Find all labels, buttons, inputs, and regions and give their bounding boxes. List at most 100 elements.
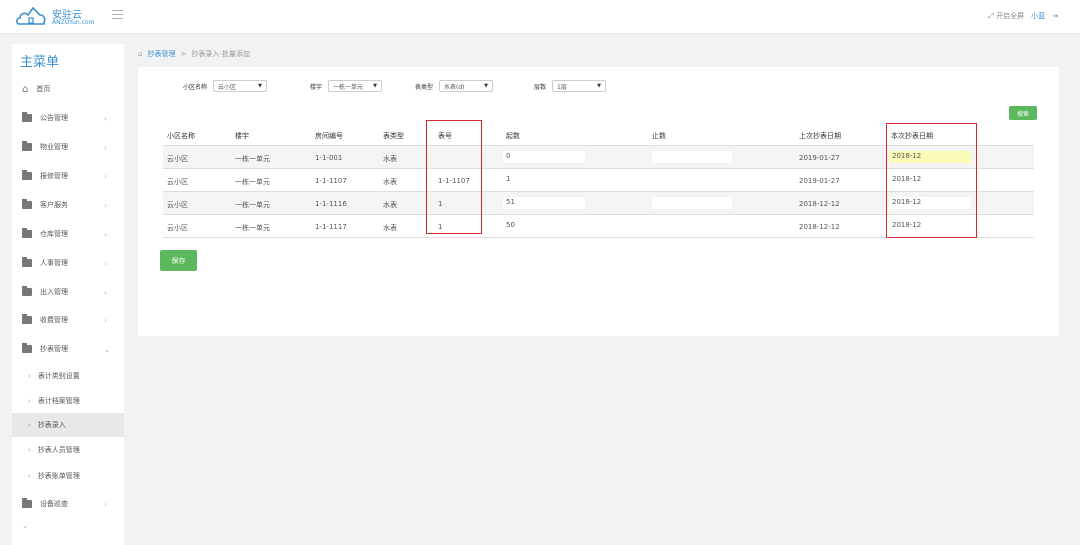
- folder-icon: [22, 199, 32, 209]
- end-reading-input[interactable]: [652, 174, 732, 186]
- chevron-right-icon: ›: [28, 421, 31, 429]
- chevron-right-icon: ›: [28, 372, 31, 380]
- caret-down-icon: ▼: [373, 83, 378, 89]
- meter-type-select[interactable]: 水表(d) ▼: [439, 80, 494, 92]
- sidebar-item-label: 客户服务: [40, 201, 68, 209]
- sidebar-item-hr[interactable]: 人事管理 ›: [12, 249, 124, 277]
- cell-community: 云小区: [167, 224, 188, 232]
- chevron-right-icon: ›: [104, 113, 108, 123]
- chevron-right-icon: ›: [104, 200, 108, 210]
- end-reading-input[interactable]: [652, 197, 732, 209]
- expand-icon: ⤢: [988, 12, 994, 20]
- chevron-down-icon[interactable]: ⌄: [22, 522, 28, 530]
- cell-room: 1-1-1107: [315, 177, 347, 185]
- caret-down-icon: ▼: [258, 83, 263, 89]
- sidebar: 主菜单 ⌂ 首页 公告管理 › 物业管理 › 报修管理 › 客户服务 › 仓库管…: [12, 44, 124, 545]
- sidebar-subitem-meter-archive[interactable]: › 表计档案管理: [12, 389, 124, 413]
- folder-icon: [22, 257, 32, 267]
- chevron-right-icon: ›: [104, 142, 108, 152]
- logout-icon[interactable]: ⇥: [1052, 12, 1058, 20]
- sidebar-subitem-meter-category[interactable]: › 表计类别设置: [12, 364, 124, 388]
- cell-building: 一栋一单元: [235, 178, 270, 186]
- folder-icon: [22, 343, 32, 353]
- sidebar-item-repair[interactable]: 报修管理 ›: [12, 162, 124, 190]
- cell-room: 1-1-001: [315, 154, 343, 162]
- cell-last-date: 2018-12-12: [799, 223, 840, 231]
- filter-community: 小区名称 云小区 ▼: [183, 80, 268, 92]
- end-reading-input[interactable]: [652, 151, 732, 163]
- sidebar-item-announcement[interactable]: 公告管理 ›: [12, 104, 124, 132]
- cell-building: 一栋一单元: [235, 201, 270, 209]
- start-reading-input[interactable]: 1: [503, 174, 585, 186]
- building-select[interactable]: 一栋一单元 ▼: [328, 80, 383, 92]
- filter-label: 表类型: [415, 83, 434, 91]
- chevron-right-icon: ›: [28, 446, 31, 454]
- search-button[interactable]: 搜索: [1009, 106, 1037, 120]
- sidebar-subitem-meter-entry[interactable]: › 抄表录入: [12, 413, 124, 437]
- filter-building: 楼宇 一栋一单元 ▼: [310, 80, 383, 92]
- chevron-right-icon: ›: [104, 171, 108, 181]
- sidebar-item-equipment-patrol[interactable]: 设备巡查 ›: [12, 490, 124, 518]
- cell-type: 水表: [383, 201, 397, 209]
- caret-down-icon: ▼: [597, 83, 602, 89]
- highlight-box-this-date: [886, 123, 977, 238]
- cell-last-date: 2019-01-27: [799, 154, 840, 162]
- sidebar-item-property[interactable]: 物业管理 ›: [12, 133, 124, 161]
- home-icon: ⌂: [22, 83, 29, 95]
- chevron-right-icon: ›: [104, 315, 108, 325]
- folder-icon: [22, 170, 32, 180]
- breadcrumb-separator: >: [180, 50, 187, 58]
- logo-text-en: ANZOYun.com: [52, 19, 95, 26]
- top-bar: 安驻云 ANZOYun.com ⤢ 开启全屏 小蓝 ⇥: [0, 0, 1080, 34]
- folder-icon: [22, 286, 32, 296]
- cell-type: 水表: [383, 224, 397, 232]
- chevron-right-icon: ›: [104, 499, 108, 509]
- sidebar-item-label: 仓库管理: [40, 230, 68, 238]
- sidebar-subitem-meter-staff[interactable]: › 抄表人员管理: [12, 438, 124, 462]
- column-header: 楼宇: [235, 132, 249, 140]
- sidebar-item-meter-reading[interactable]: 抄表管理 ⌄: [12, 335, 124, 363]
- filter-label: 楼宇: [310, 83, 323, 91]
- sidebar-item-label: 收费管理: [40, 316, 68, 324]
- logo[interactable]: 安驻云 ANZOYun.com: [16, 4, 101, 30]
- cloud-house-icon: [16, 6, 46, 25]
- start-reading-input[interactable]: 50: [503, 220, 585, 232]
- menu-toggle-button[interactable]: [112, 10, 123, 19]
- column-header: 小区名称: [167, 132, 195, 140]
- sidebar-item-customer-service[interactable]: 客户服务 ›: [12, 191, 124, 219]
- highlight-box-meter-no: [426, 120, 482, 234]
- sidebar-item-label: 抄表管理: [40, 345, 68, 353]
- filter-label: 层数: [534, 83, 547, 91]
- sidebar-item-home[interactable]: ⌂ 首页: [12, 75, 124, 103]
- sidebar-item-billing[interactable]: 收费管理 ›: [12, 306, 124, 334]
- user-name[interactable]: 小蓝: [1031, 11, 1045, 21]
- community-select[interactable]: 云小区 ▼: [213, 80, 268, 92]
- floor-select[interactable]: 1层 ▼: [552, 80, 607, 92]
- start-reading-input[interactable]: 0: [503, 151, 585, 163]
- cell-type: 水表: [383, 155, 397, 163]
- breadcrumb-parent[interactable]: 抄表管理: [147, 49, 175, 59]
- save-button[interactable]: 保存: [160, 250, 197, 271]
- cell-community: 云小区: [167, 155, 188, 163]
- cell-type: 水表: [383, 178, 397, 186]
- column-header: 上次抄表日期: [799, 132, 841, 140]
- sidebar-item-label: 报修管理: [40, 172, 68, 180]
- fullscreen-button[interactable]: ⤢ 开启全屏: [988, 11, 1024, 21]
- filter-meter-type: 表类型 水表(d) ▼: [415, 80, 494, 92]
- cell-last-date: 2018-12-12: [799, 200, 840, 208]
- end-reading-input[interactable]: [652, 220, 732, 232]
- sidebar-item-access[interactable]: 出入管理 ›: [12, 278, 124, 306]
- breadcrumb: ⌂ 抄表管理 > 抄表录入-批量添加: [138, 49, 250, 59]
- sidebar-item-label: 首页: [36, 85, 51, 93]
- filter-floor: 层数 1层 ▼: [534, 80, 607, 92]
- start-reading-input[interactable]: 51: [503, 197, 585, 209]
- chevron-down-icon: ⌄: [104, 344, 111, 354]
- sidebar-subitem-meter-bill[interactable]: › 抄表账单管理: [12, 464, 124, 488]
- sidebar-item-label: 出入管理: [40, 288, 68, 296]
- folder-icon: [22, 314, 32, 324]
- sidebar-item-warehouse[interactable]: 仓库管理 ›: [12, 220, 124, 248]
- folder-icon: [22, 228, 32, 238]
- folder-icon: [22, 141, 32, 151]
- cell-building: 一栋一单元: [235, 155, 270, 163]
- cell-community: 云小区: [167, 178, 188, 186]
